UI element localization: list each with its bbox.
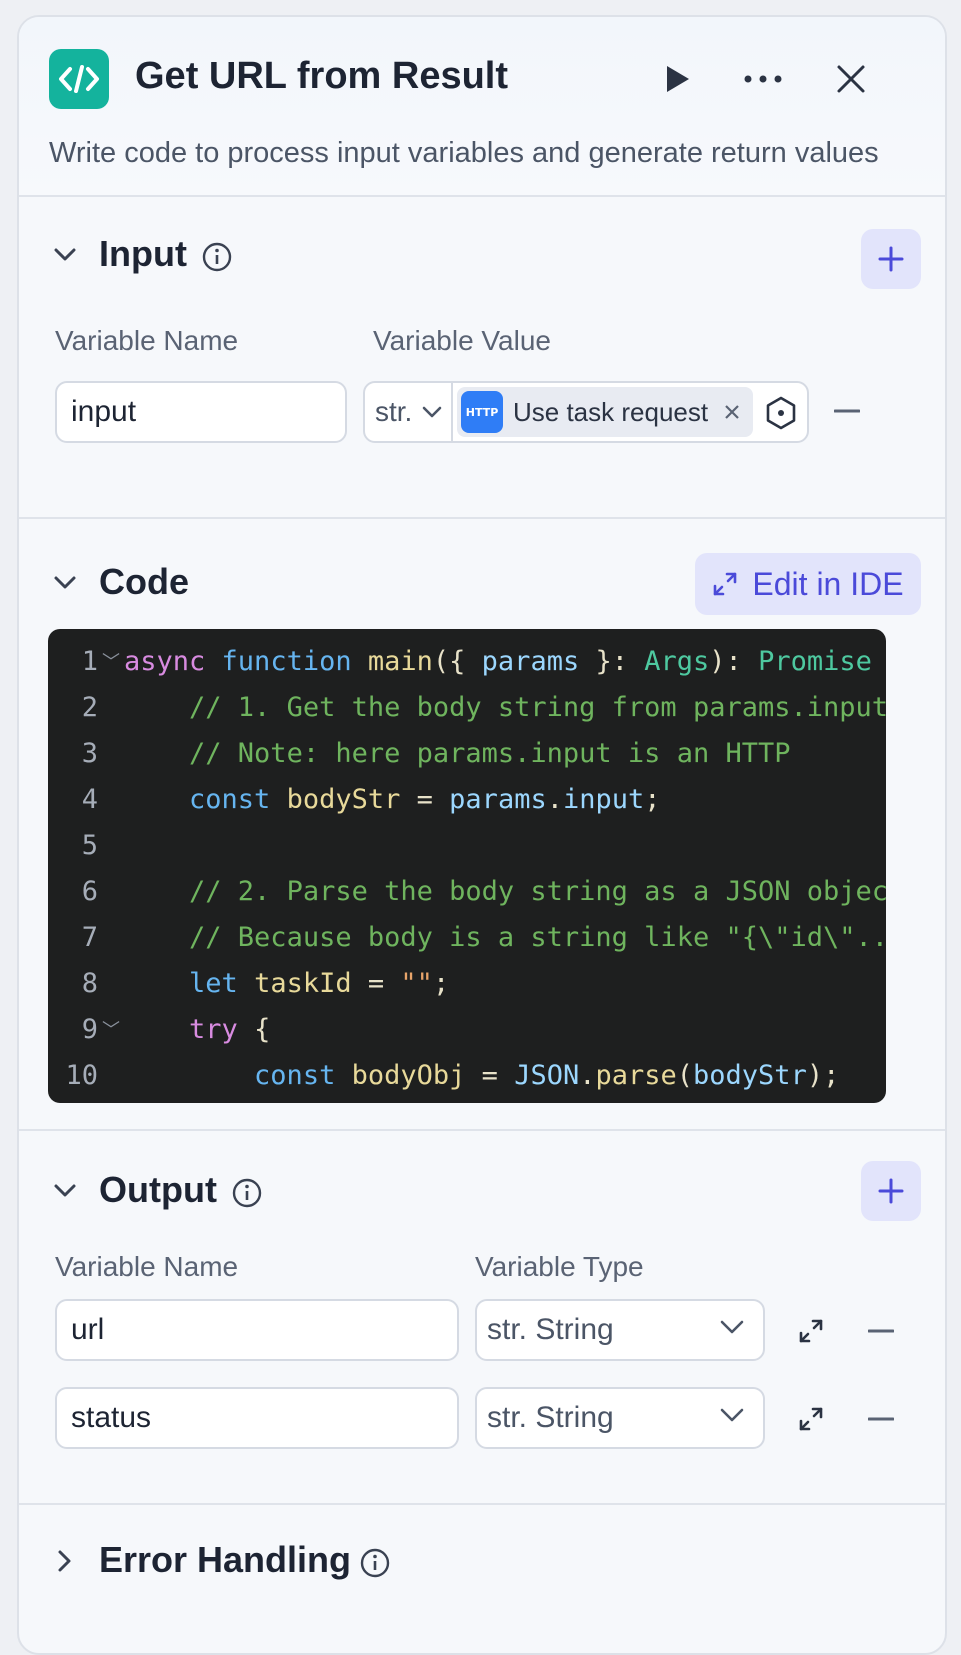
code-editor[interactable]: 1 ﹀ async function main({ params }: Args):… [48, 629, 886, 1103]
code-icon [49, 49, 109, 109]
close-button[interactable] [829, 57, 873, 101]
code-line: 10 const bodyObj = JSON.parse(bodyStr); [48, 1053, 839, 1097]
panel-header: Get URL from Result Write code to proces… [19, 17, 945, 197]
info-icon[interactable] [231, 1177, 263, 1209]
line-number: 4 [81, 783, 98, 815]
expand-output-button[interactable] [791, 1311, 831, 1351]
expand-icon [714, 572, 737, 596]
output-type-label: str. String [487, 1401, 614, 1434]
chevron-right-icon [58, 1550, 71, 1572]
code-line: 8 let taskId = ""; [48, 961, 449, 1005]
output-type-select[interactable]: str. String [475, 1387, 765, 1449]
code-section: Code Edit in IDE 1 ﹀ async function main({… [19, 519, 945, 1131]
expand-output-button[interactable] [791, 1399, 831, 1439]
input-section: Input Variable Name Variable Value input… [19, 197, 945, 519]
run-button[interactable] [655, 57, 699, 101]
remove-output-button[interactable] [861, 1311, 901, 1351]
expand-icon [799, 1407, 823, 1431]
variable-reference-label: Use task request … [513, 396, 713, 427]
plus-icon [878, 1178, 904, 1204]
close-icon [837, 65, 865, 93]
variable-picker-icon[interactable] [763, 395, 799, 431]
input-collapse-toggle[interactable] [51, 241, 79, 269]
code-line: 5 [48, 823, 124, 867]
code-collapse-toggle[interactable] [51, 569, 79, 597]
fold-icon[interactable]: ﹀ [98, 1016, 124, 1042]
edit-in-ide-label: Edit in IDE [752, 565, 904, 602]
close-icon [725, 405, 739, 419]
error-handling-title: Error Handling [99, 1539, 352, 1580]
output-type-select[interactable]: str. String [475, 1299, 765, 1361]
error-handling-section: Error Handling [19, 1505, 945, 1653]
input-name-column-label: Variable Name [55, 325, 239, 356]
line-number: 2 [81, 691, 98, 723]
line-number: 9 [81, 1013, 98, 1045]
info-icon[interactable] [359, 1547, 391, 1579]
error-handling-expand-toggle[interactable] [51, 1547, 79, 1575]
code-line: 9 ﹀ try { [48, 1007, 271, 1051]
chevron-down-icon [54, 1184, 76, 1197]
code-line: 3 // Note: here params.input is an HTTP [48, 731, 791, 775]
http-icon: HTTP [461, 391, 503, 433]
output-section: Output Variable Name Variable Type url s… [19, 1131, 945, 1505]
line-number: 10 [65, 1059, 98, 1091]
node-title[interactable]: Get URL from Result [135, 55, 508, 98]
input-variable-name-field[interactable]: input [55, 381, 347, 443]
output-variable-name-field[interactable]: status [55, 1387, 459, 1449]
code-line: 7 // Because body is a string like "{\"i… [48, 915, 886, 959]
chevron-down-icon [54, 248, 76, 261]
input-type-select[interactable]: str. [365, 383, 453, 441]
remove-reference-button[interactable] [717, 395, 747, 429]
line-number: 6 [81, 875, 98, 907]
node-description: Write code to process input variables an… [49, 137, 879, 169]
remove-input-button[interactable] [827, 391, 867, 431]
add-input-button[interactable] [861, 229, 921, 289]
output-name-column-label: Variable Name [55, 1251, 239, 1282]
input-type-label: str. [375, 396, 413, 427]
edit-in-ide-button[interactable]: Edit in IDE [695, 553, 921, 615]
variable-reference-chip[interactable]: HTTP Use task request … [457, 387, 753, 437]
minus-icon [834, 409, 860, 413]
info-icon[interactable] [201, 241, 233, 273]
play-icon [667, 66, 689, 92]
code-line: 2 // 1. Get the body string from params.… [48, 685, 886, 729]
output-variable-name-field[interactable]: url [55, 1299, 459, 1361]
node-panel: Get URL from Result Write code to proces… [17, 15, 947, 1655]
line-number: 8 [81, 967, 98, 999]
line-number: 3 [81, 737, 98, 769]
fold-icon[interactable]: ﹀ [98, 648, 124, 674]
minus-icon [868, 1329, 894, 1333]
input-section-title: Input [99, 233, 187, 274]
chevron-down-icon [720, 1320, 744, 1334]
input-value-column-label: Variable Value [373, 325, 551, 356]
output-section-title: Output [99, 1169, 217, 1210]
chevron-down-icon [423, 406, 442, 418]
expand-icon [799, 1319, 823, 1343]
line-number: 1 [81, 645, 98, 677]
add-output-button[interactable] [861, 1161, 921, 1221]
remove-output-button[interactable] [861, 1399, 901, 1439]
code-line: 6 // 2. Parse the body string as a JSON … [48, 869, 886, 913]
more-button[interactable] [741, 57, 785, 101]
code-section-title: Code [99, 561, 189, 602]
input-variable-value: str. HTTP Use task request … [363, 381, 809, 443]
code-line: 4 const bodyStr = params.input; [48, 777, 661, 821]
plus-icon [878, 246, 904, 272]
chevron-down-icon [54, 576, 76, 589]
output-type-column-label: Variable Type [475, 1251, 644, 1282]
line-number: 7 [81, 921, 98, 953]
line-number: 5 [81, 829, 98, 861]
code-line: 1 ﹀ async function main({ params }: Args):… [48, 639, 872, 683]
more-icon [744, 75, 782, 83]
chevron-down-icon [720, 1408, 744, 1422]
output-collapse-toggle[interactable] [51, 1177, 79, 1205]
minus-icon [868, 1417, 894, 1421]
output-type-label: str. String [487, 1313, 614, 1346]
